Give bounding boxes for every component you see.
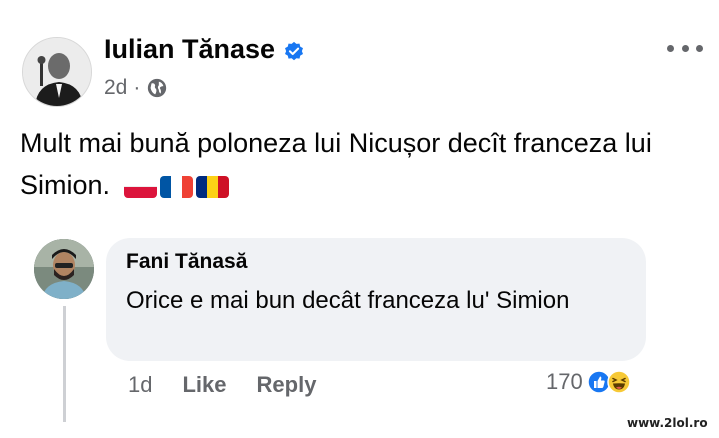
commenter-avatar[interactable] [34, 239, 94, 299]
flag-romania-icon [195, 175, 229, 198]
post-author[interactable]: Iulian Tănase [104, 34, 305, 65]
flag-poland-icon [123, 175, 157, 198]
verified-badge-icon [283, 39, 305, 61]
flag-france-icon [159, 175, 193, 198]
more-dot [696, 44, 703, 52]
more-options-icon[interactable] [667, 36, 703, 60]
reaction-count: 170 [546, 369, 583, 394]
post-text: Mult mai bună poloneza lui Nicușor decît… [20, 122, 680, 206]
thread-line [63, 306, 66, 422]
meta-separator: · [133, 76, 141, 99]
comment-time[interactable]: 1d [128, 372, 152, 398]
author-avatar[interactable] [22, 37, 92, 107]
reaction-icons [586, 370, 631, 394]
like-button[interactable]: Like [182, 372, 226, 398]
flags-group [123, 175, 229, 198]
post-time[interactable]: 2d [104, 76, 127, 100]
reply-button[interactable]: Reply [257, 372, 317, 398]
comment-text: Orice e mai bun decât franceza lu' Simio… [126, 287, 570, 314]
comment-actions: 1d Like Reply [128, 372, 316, 398]
post-body: Mult mai bună poloneza lui Nicușor decît… [20, 128, 652, 200]
comment-reactions[interactable]: 170 [546, 369, 631, 395]
post-meta: 2d · [104, 76, 168, 100]
more-dot [681, 44, 689, 52]
watermark: www.2lol.ro [627, 416, 708, 430]
author-name[interactable]: Iulian Tănase [104, 34, 275, 65]
globe-icon[interactable] [146, 77, 168, 99]
more-dot [667, 44, 674, 52]
haha-reaction-icon [606, 370, 631, 394]
comment-author[interactable]: Fani Tănasă [126, 250, 247, 274]
